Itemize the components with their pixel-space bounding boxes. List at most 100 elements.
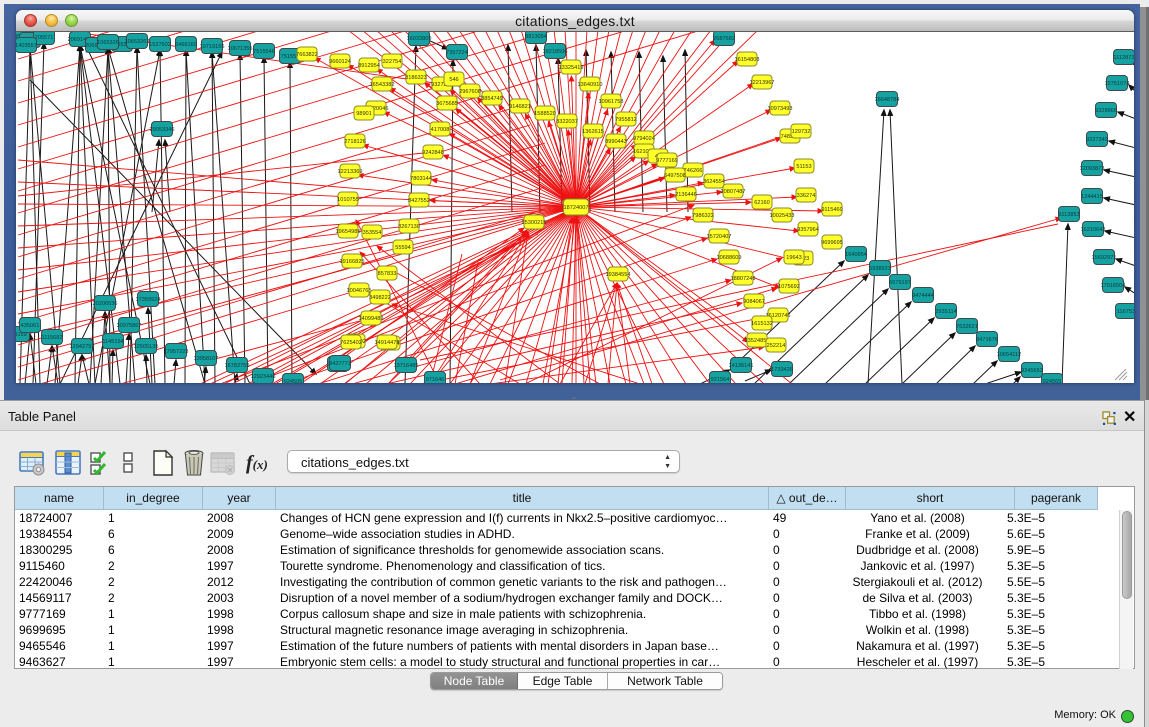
svg-text:15720407: 15720407 [707,234,732,240]
svg-text:62160: 62160 [754,200,770,206]
svg-text:19654985: 19654985 [336,229,361,235]
svg-text:10807487: 10807487 [721,189,746,195]
svg-text:12213967: 12213967 [750,80,775,86]
svg-text:13640910: 13640910 [578,82,603,88]
svg-text:9660124: 9660124 [329,59,351,65]
svg-text:15751074: 15751074 [1105,81,1130,87]
svg-text:16782759: 16782759 [225,363,250,369]
svg-text:1527602: 1527602 [149,42,171,48]
svg-text:12093873: 12093873 [1080,166,1105,172]
svg-text:9242848: 9242848 [422,150,444,156]
svg-text:9146821: 9146821 [509,104,531,110]
svg-text:2136446: 2136446 [675,192,697,198]
svg-text:10046765: 10046765 [347,288,372,294]
svg-text:3267130: 3267130 [398,224,420,230]
svg-text:1075692: 1075692 [778,284,800,290]
svg-text:10973493: 10973493 [768,106,793,112]
svg-text:353554: 353554 [363,230,382,236]
svg-text:971646: 971646 [426,377,445,383]
svg-text:12213369: 12213369 [338,169,363,175]
svg-text:10671355: 10671355 [228,46,253,52]
svg-text:3675685: 3675685 [436,101,458,107]
svg-text:6679197: 6679197 [889,280,911,286]
svg-text:16154808: 16154808 [735,57,760,63]
svg-text:1362615: 1362615 [582,129,604,135]
svg-text:3624554: 3624554 [703,179,725,185]
svg-text:6497508: 6497508 [664,173,686,179]
svg-text:1733426: 1733426 [771,367,793,373]
svg-text:2687682: 2687682 [713,36,735,42]
svg-text:10719155: 10719155 [200,44,225,50]
svg-text:857833: 857833 [378,271,397,277]
svg-text:16648784: 16648784 [875,97,900,103]
svg-text:116753: 116753 [1117,309,1134,315]
svg-text:9115460: 9115460 [821,207,842,213]
svg-text:13716485: 13716485 [394,363,419,369]
svg-text:19166825: 19166825 [340,259,365,265]
svg-text:55594: 55594 [395,245,411,251]
svg-text:98901: 98901 [356,111,372,117]
svg-text:205571: 205571 [35,35,54,41]
svg-text:8912954: 8912954 [358,63,380,69]
svg-text:129732: 129732 [792,129,811,135]
svg-text:1588520: 1588520 [534,111,556,117]
svg-text:8813054: 8813054 [525,34,547,40]
svg-text:8854749: 8854749 [481,96,503,102]
svg-text:10688609: 10688609 [717,255,742,261]
svg-text:9474444: 9474444 [912,293,934,299]
svg-text:9437771: 9437771 [329,361,351,367]
svg-text:1010755: 1010755 [337,197,359,203]
svg-text:8322037: 8322037 [556,119,578,125]
svg-text:14099489: 14099489 [359,316,384,322]
svg-text:20206536: 20206536 [93,301,118,307]
svg-text:51153: 51153 [796,164,811,170]
svg-text:10025433: 10025433 [770,213,795,219]
svg-text:9329966: 9329966 [1095,108,1117,114]
svg-text:1615132: 1615132 [751,321,773,327]
svg-text:2935114: 2935114 [935,309,956,315]
svg-text:12923446: 12923446 [251,374,276,380]
svg-text:12942757: 12942757 [70,344,95,350]
svg-text:16543382: 16543382 [370,82,395,88]
svg-text:16210643: 16210643 [1081,227,1106,233]
svg-text:14136141: 14136141 [729,363,754,369]
svg-text:322754: 322754 [383,59,402,65]
svg-text:9227349: 9227349 [1086,137,1108,143]
svg-text:19384554: 19384554 [606,272,631,278]
svg-text:7357224: 7357224 [446,50,468,56]
svg-text:17957223: 17957223 [164,349,189,355]
svg-text:252214: 252214 [767,343,786,349]
svg-text:1065326: 1065326 [97,40,119,46]
svg-text:336274: 336274 [797,193,816,199]
svg-text:14914479: 14914479 [375,340,400,346]
svg-text:7663822: 7663822 [296,52,318,58]
svg-text:3498222: 3498222 [369,295,391,301]
svg-text:2718126: 2718126 [344,139,366,145]
svg-text:8186323: 8186323 [405,75,427,81]
svg-text:6466160: 6466160 [175,42,197,48]
svg-text:1145194: 1145194 [102,339,123,345]
svg-text:7515546: 7515546 [253,49,275,55]
svg-text:10654112: 10654112 [997,352,1021,358]
svg-text:1403557: 1403557 [16,43,37,49]
svg-text:9794024: 9794024 [633,136,655,142]
svg-text:417008: 417008 [431,127,450,133]
svg-text:7632621: 7632621 [956,324,978,330]
svg-text:7803144: 7803144 [410,176,432,182]
svg-text:1115682: 1115682 [42,335,63,341]
svg-text:1640954: 1640954 [845,252,867,258]
svg-text:10961758: 10961758 [599,99,624,105]
svg-text:17016504: 17016504 [1101,283,1126,289]
svg-text:5938923: 5938923 [869,266,891,272]
svg-text:12505135: 12505135 [134,344,159,350]
svg-text:16033809: 16033809 [407,36,432,42]
svg-text:9357964: 9357964 [797,227,819,233]
svg-text:9113853: 9113853 [1058,212,1079,218]
svg-text:29053346: 29053346 [150,127,175,133]
svg-text:7986322: 7986322 [692,213,714,219]
svg-text:13325419: 13325419 [559,65,584,71]
svg-text:435061: 435061 [21,323,40,329]
svg-text:9245652: 9245652 [1021,368,1043,374]
svg-text:19643: 19643 [786,255,802,261]
svg-text:746266: 746266 [684,168,703,174]
